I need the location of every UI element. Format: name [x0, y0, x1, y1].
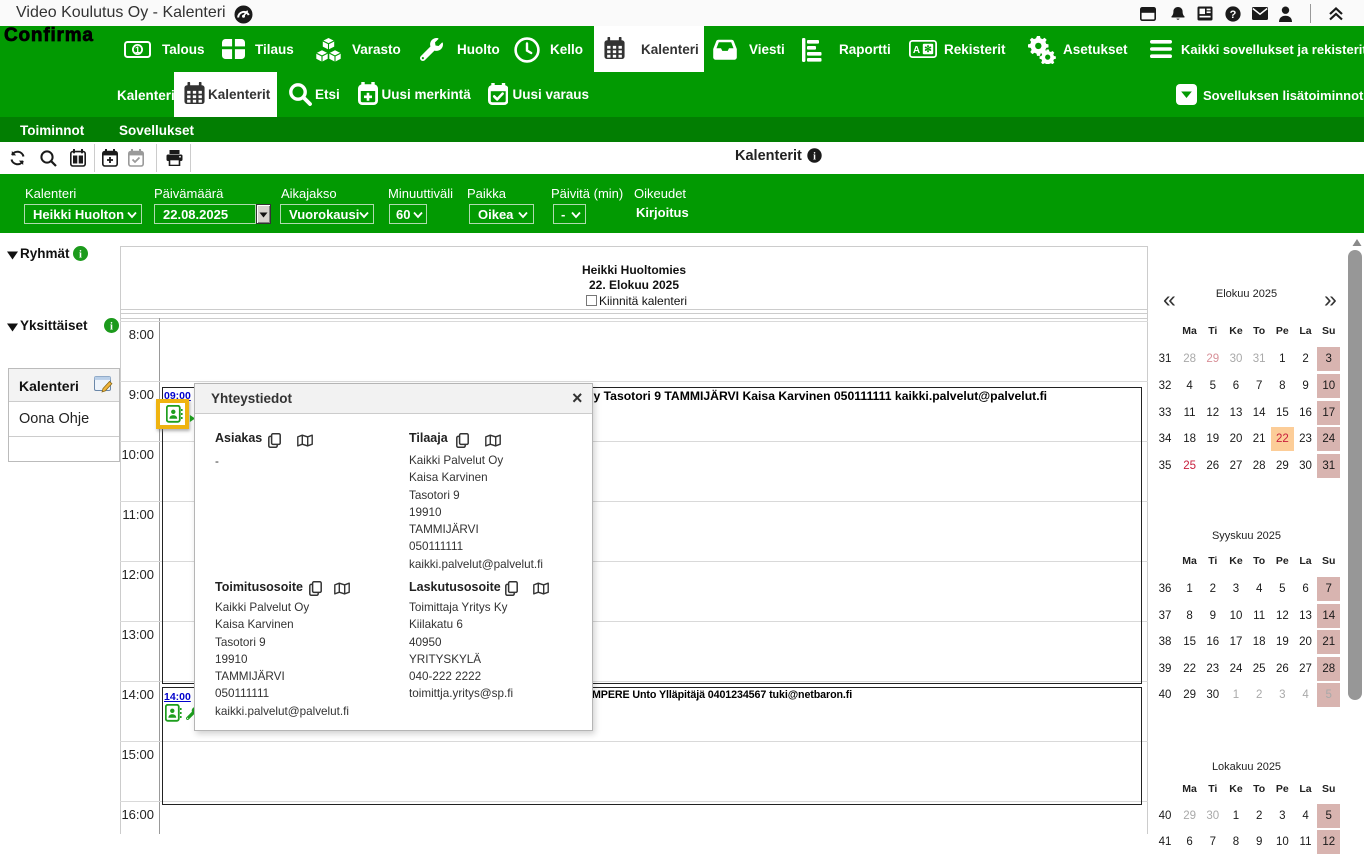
svg-text:1: 1	[135, 45, 140, 55]
svg-text:i: i	[813, 151, 816, 162]
svg-text:i: i	[110, 322, 113, 333]
svg-text:A: A	[913, 45, 920, 56]
svg-text:i: i	[79, 250, 82, 261]
svg-text:✻: ✻	[924, 44, 932, 54]
svg-text:?: ?	[1230, 9, 1237, 21]
